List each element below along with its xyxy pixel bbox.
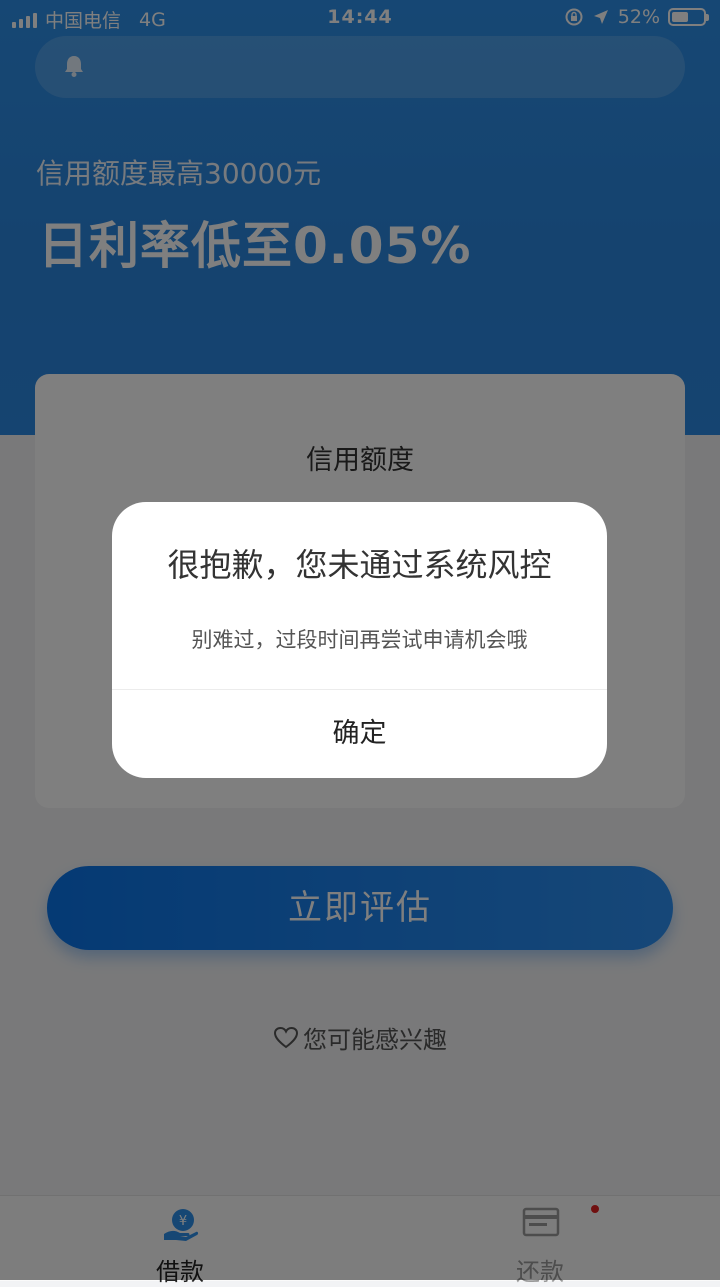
risk-control-dialog: 很抱歉，您未通过系统风控 别难过，过段时间再尝试申请机会哦 确定 [112, 502, 607, 778]
dialog-title: 很抱歉，您未通过系统风控 [167, 546, 552, 584]
confirm-button[interactable]: 确定 [112, 690, 607, 778]
dialog-message: 别难过，过段时间再尝试申请机会哦 [191, 628, 528, 652]
app-root: 中国电信 4G 14:44 52% [0, 0, 720, 1286]
